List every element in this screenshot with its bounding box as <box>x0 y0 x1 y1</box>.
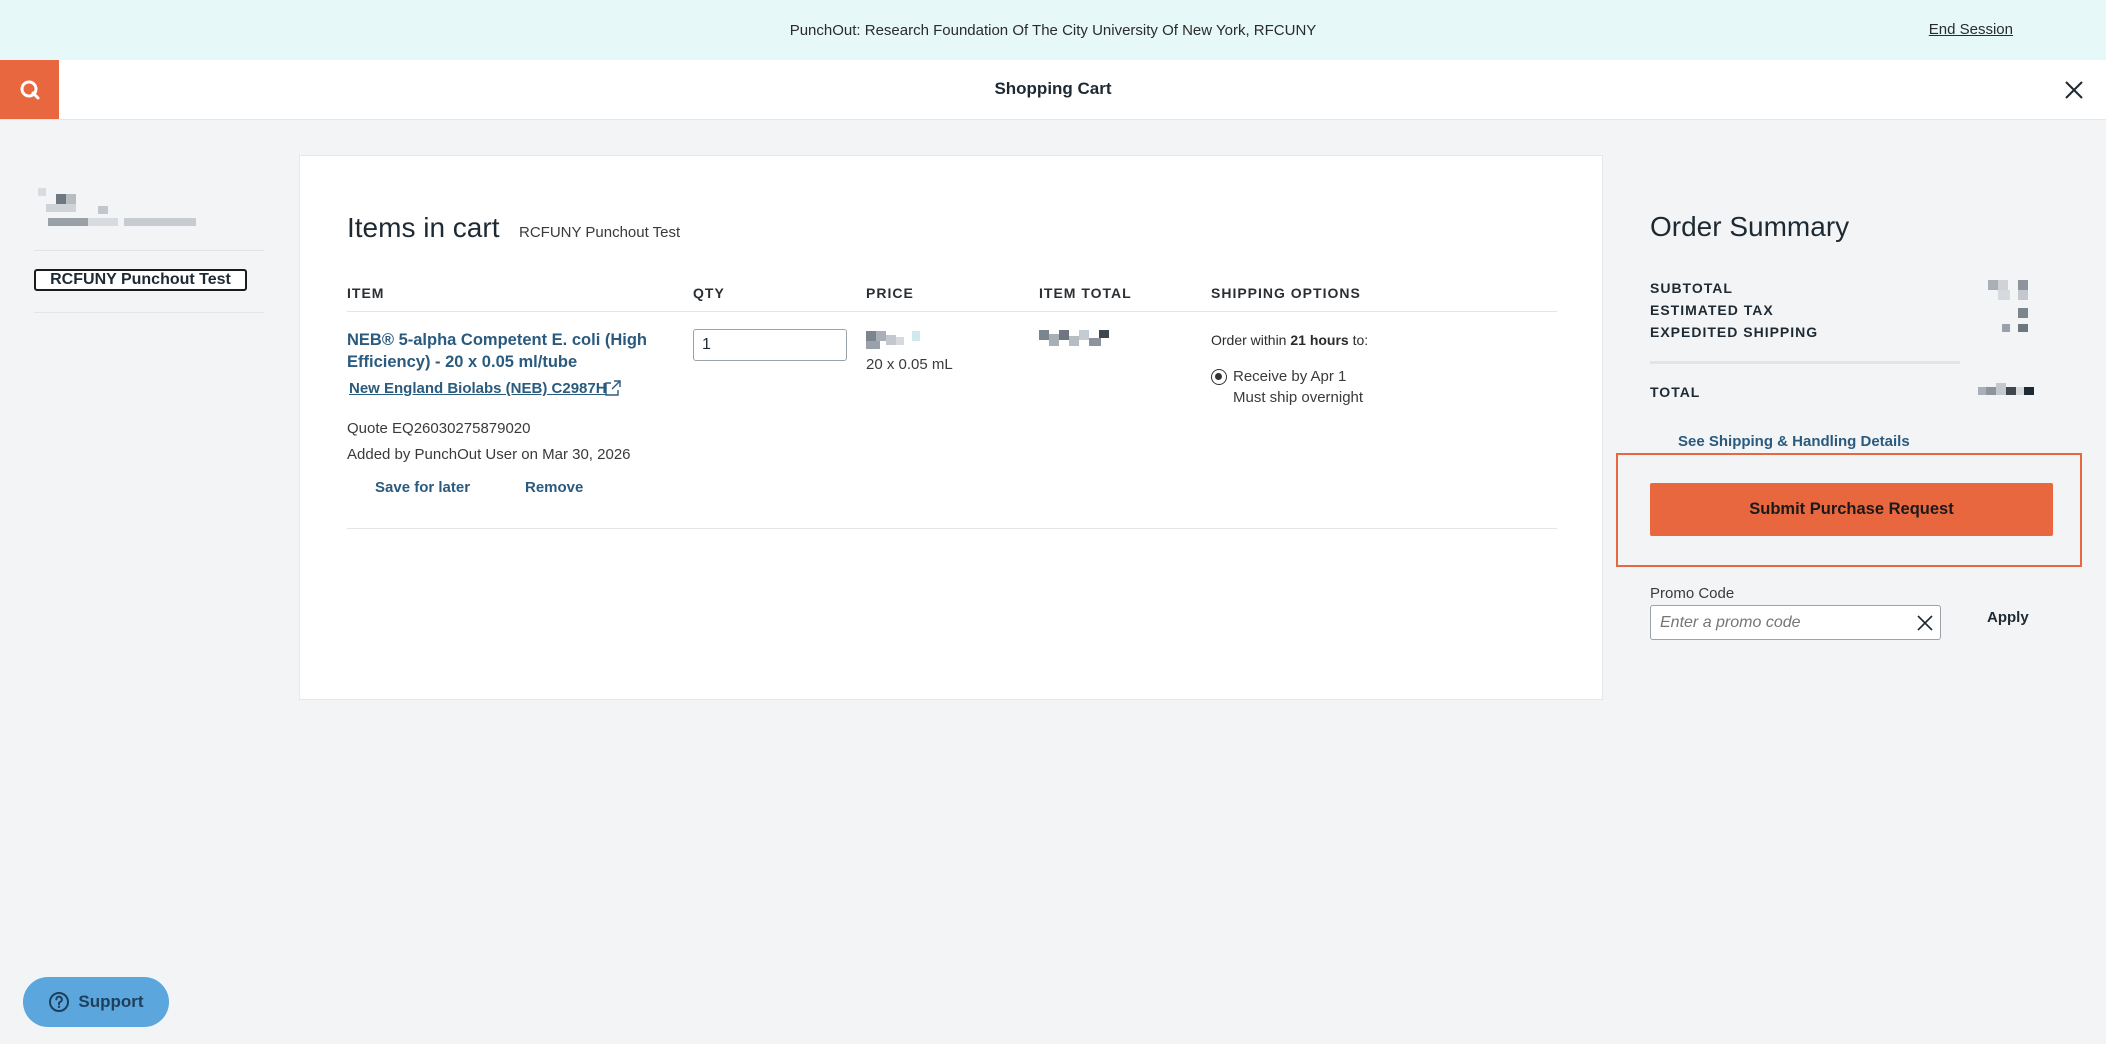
column-header-price: PRICE <box>866 285 914 301</box>
help-icon <box>49 992 70 1012</box>
item-row-divider <box>347 528 1557 529</box>
column-header-shipping-options: SHIPPING OPTIONS <box>1211 285 1361 301</box>
redacted-item-total <box>1039 330 1109 346</box>
order-summary-title: Order Summary <box>1650 211 1850 242</box>
redacted-summary-values <box>1988 280 2028 332</box>
redacted-account-name <box>38 188 196 226</box>
remove-button[interactable]: Remove <box>525 479 583 496</box>
sidebar-divider <box>34 312 264 313</box>
summary-divider <box>1650 361 1960 364</box>
redacted-total-value <box>1978 383 2034 395</box>
ship-deadline: Order within 21 hours to: <box>1211 332 1369 348</box>
shipping-option-radio[interactable] <box>1211 369 1227 385</box>
estimated-tax-label: ESTIMATED TAX <box>1650 302 1774 318</box>
cart-panel: Items in cart RCFUNY Punchout Test ITEM … <box>299 155 1603 700</box>
pack-size: 20 x 0.05 mL <box>866 356 953 373</box>
punchout-banner: PunchOut: Research Foundation Of The Cit… <box>0 0 2106 60</box>
sidebar-item-rcfuny-punchout-test[interactable]: RCFUNY Punchout Test <box>34 269 247 291</box>
save-for-later-button[interactable]: Save for later <box>375 479 470 496</box>
order-summary-panel: Order Summary SUBTOTAL ESTIMATED TAX EXP… <box>1604 155 2106 700</box>
shipping-details-link[interactable]: See Shipping & Handling Details <box>1678 433 1910 450</box>
page-title: Shopping Cart <box>994 79 1112 98</box>
cart-subtitle: RCFUNY Punchout Test <box>519 224 681 241</box>
header-bar: Shopping Cart <box>0 60 2106 120</box>
column-header-item: ITEM <box>347 285 385 301</box>
subtotal-label: SUBTOTAL <box>1650 280 1733 296</box>
redacted-price <box>866 331 920 349</box>
external-link-icon[interactable] <box>605 380 621 396</box>
total-label: TOTAL <box>1650 384 1701 400</box>
close-icon[interactable] <box>2062 78 2086 102</box>
submit-purchase-request-button[interactable]: Submit Purchase Request <box>1650 483 2053 536</box>
column-header-qty: QTY <box>693 285 725 301</box>
end-session-link[interactable]: End Session <box>1929 21 2013 38</box>
brand-catalog-link[interactable]: New England Biolabs (NEB) C2987H <box>349 380 607 397</box>
promo-code-label: Promo Code <box>1650 585 1735 602</box>
sidebar-divider <box>34 250 264 251</box>
column-header-item-total: ITEM TOTAL <box>1039 285 1132 301</box>
support-button[interactable]: Support <box>23 977 169 1027</box>
cart-title: Items in cart <box>347 212 500 243</box>
item-name-link[interactable]: NEB® 5-alpha Competent E. coli (High Eff… <box>347 329 667 373</box>
promo-code-input[interactable] <box>1650 605 1941 640</box>
support-label: Support <box>78 992 144 1011</box>
added-by-text: Added by PunchOut User on Mar 30, 2026 <box>347 446 631 463</box>
apply-promo-button[interactable]: Apply <box>1987 609 2029 626</box>
quote-number: Quote EQ26030275879020 <box>347 420 531 437</box>
receive-by-text: Receive by Apr 1 <box>1233 368 1347 385</box>
table-header-divider <box>347 311 1557 312</box>
punchout-banner-text: PunchOut: Research Foundation Of The Cit… <box>789 21 1317 39</box>
clear-icon[interactable] <box>1916 614 1934 632</box>
ship-note: Must ship overnight <box>1233 389 1364 406</box>
quantity-input[interactable] <box>693 329 847 361</box>
expedited-shipping-label: EXPEDITED SHIPPING <box>1650 324 1819 340</box>
